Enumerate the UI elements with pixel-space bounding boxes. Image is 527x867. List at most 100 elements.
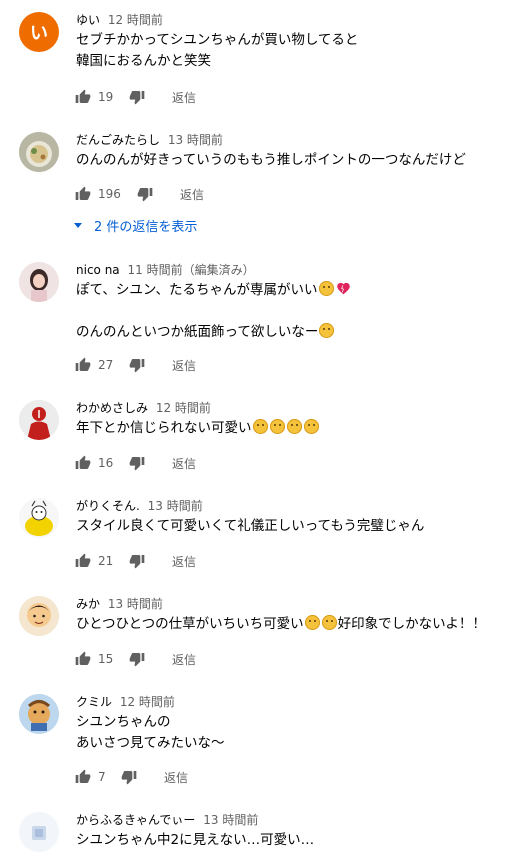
thumb-up-icon[interactable] [74,185,92,203]
timestamp[interactable]: 12 時間前 [120,695,175,709]
avatar[interactable] [19,498,59,538]
comment: からふるきゃんでぃー 13 時間前 シユンちゃん中2に見えない…可愛い… [0,812,527,867]
comment-actions: 196 返信 [74,182,204,206]
avatar[interactable] [19,262,59,302]
emoji-icon [303,419,319,434]
comment-line-text: ぽて、シユン、たるちゃんが専属がいい [76,282,318,298]
author-name[interactable]: がりくそん. [76,499,140,513]
avatar-image [19,812,59,852]
comment: クミル 12 時間前 シユンちゃんの あいさつ見てみたいな〜 7 返信 [0,694,527,794]
like-count: 7 [98,770,106,784]
thumb-up-icon[interactable] [74,454,92,472]
comment-actions: 27 返信 [74,353,196,377]
avatar-image [19,498,59,538]
reply-button[interactable]: 返信 [172,357,196,374]
comment-text: スタイル良くて可愛いくて礼儀正しいってもう完璧じゃん [76,516,516,537]
timestamp[interactable]: 13 時間前 [203,813,258,827]
timestamp[interactable]: 13 時間前 [148,499,203,513]
comment-line-text: 好印象でしかないよ！！ [337,616,486,632]
thumb-down-icon[interactable] [128,88,146,106]
reply-button[interactable]: 返信 [172,455,196,472]
comment-line: のんのんが好きっていうのももう推しポイントの一つなんだけど [76,152,466,168]
comment-text: セブチかかってシユンちゃんが買い物してると 韓国におるんかと笑笑 [76,30,516,72]
like-count: 16 [98,456,114,470]
heart-emoji-icon [336,281,351,296]
emoji-icon [304,615,320,630]
author-name[interactable]: nico na [76,263,120,277]
timestamp[interactable]: 11 時間前（編集済み） [127,263,254,277]
comment-line-text: ひとつひとつの仕草がいちいち可愛い [76,616,304,632]
avatar-image [19,132,59,172]
chevron-down-icon [74,223,82,228]
comment: い ゆい 12 時間前 セブチかかってシユンちゃんが買い物してると 韓国におるん… [0,12,527,112]
author-name[interactable]: ゆい [76,13,100,27]
comment-line: あいさつ見てみたいな〜 [76,735,225,751]
avatar[interactable] [19,400,59,440]
avatar[interactable] [19,812,59,852]
author-name[interactable]: だんごみたらし [76,133,160,147]
comment: nico na 11 時間前（編集済み） ぽて、シユン、たるちゃんが専属がいい … [0,262,527,382]
comment-line: シユンちゃん中2に見えない…可愛い… [76,832,315,848]
like-count: 196 [98,187,121,201]
comment: みか 13 時間前 ひとつひとつの仕草がいちいち可愛い 好印象でしかないよ！！ 1… [0,596,527,676]
author-name[interactable]: クミル [76,695,112,709]
emoji-icon [318,281,334,296]
comment-text: のんのんが好きっていうのももう推しポイントの一つなんだけど [76,150,516,171]
comment-header: がりくそん. 13 時間前 [76,498,203,514]
comment-actions: 21 返信 [74,549,196,573]
thumb-down-icon[interactable] [120,768,138,786]
avatar[interactable] [19,694,59,734]
comment-actions: 16 返信 [74,451,196,475]
thumb-up-icon[interactable] [74,650,92,668]
timestamp[interactable]: 13 時間前 [168,133,223,147]
emoji-icon [269,419,285,434]
avatar[interactable] [19,596,59,636]
reply-button[interactable]: 返信 [172,89,196,106]
view-replies-button[interactable]: 2 件の返信を表示 [74,216,197,235]
emoji-icon [321,615,337,630]
comment-text: 年下とか信じられない可愛い [76,418,516,439]
comment-text: ひとつひとつの仕草がいちいち可愛い 好印象でしかないよ！！ [76,614,516,635]
thumb-down-icon[interactable] [128,552,146,570]
comment-line: スタイル良くて可愛いくて礼儀正しいってもう完璧じゃん [76,518,425,534]
like-count: 21 [98,554,114,568]
thumb-up-icon[interactable] [74,88,92,106]
emoji-icon [319,323,335,338]
thumb-up-icon[interactable] [74,356,92,374]
comment-actions: 7 返信 [74,765,188,789]
comment-text: ぽて、シユン、たるちゃんが専属がいい のんのんといつか紙面飾って欲しいなー [76,280,516,343]
comment-header: ゆい 12 時間前 [76,12,163,28]
thumb-down-icon[interactable] [128,356,146,374]
author-name[interactable]: みか [76,597,100,611]
comment-header: クミル 12 時間前 [76,694,175,710]
comment: だんごみたらし 13 時間前 のんのんが好きっていうのももう推しポイントの一つな… [0,132,527,240]
thumb-up-icon[interactable] [74,552,92,570]
avatar[interactable]: い [19,12,59,52]
timestamp[interactable]: 13 時間前 [108,597,163,611]
like-count: 19 [98,90,114,104]
comment-text: シユンちゃん中2に見えない…可愛い… [76,830,516,851]
timestamp[interactable]: 12 時間前 [156,401,211,415]
comment-line: ぽて、シユン、たるちゃんが専属がいい [76,280,516,301]
author-name[interactable]: わかめさしみ [76,401,148,415]
thumb-down-icon[interactable] [128,650,146,668]
reply-button[interactable]: 返信 [172,651,196,668]
reply-button[interactable]: 返信 [172,553,196,570]
thumb-down-icon[interactable] [128,454,146,472]
avatar-image [19,694,59,734]
avatar[interactable] [19,132,59,172]
comment-line: セブチかかってシユンちゃんが買い物してると [76,32,359,48]
comment-line: シユンちゃんの [76,714,171,730]
timestamp[interactable]: 12 時間前 [108,13,163,27]
reply-button[interactable]: 返信 [180,186,204,203]
like-count: 15 [98,652,114,666]
reply-button[interactable]: 返信 [164,769,188,786]
thumb-up-icon[interactable] [74,768,92,786]
author-name[interactable]: からふるきゃんでぃー [76,813,195,827]
thumb-down-icon[interactable] [136,185,154,203]
comment-header: わかめさしみ 12 時間前 [76,400,211,416]
comment-text: シユンちゃんの あいさつ見てみたいな〜 [76,712,516,754]
view-replies-label: 2 件の返信を表示 [94,220,198,235]
comment-header: みか 13 時間前 [76,596,163,612]
comment-line: ひとつひとつの仕草がいちいち可愛い 好印象でしかないよ！！ [76,614,516,635]
